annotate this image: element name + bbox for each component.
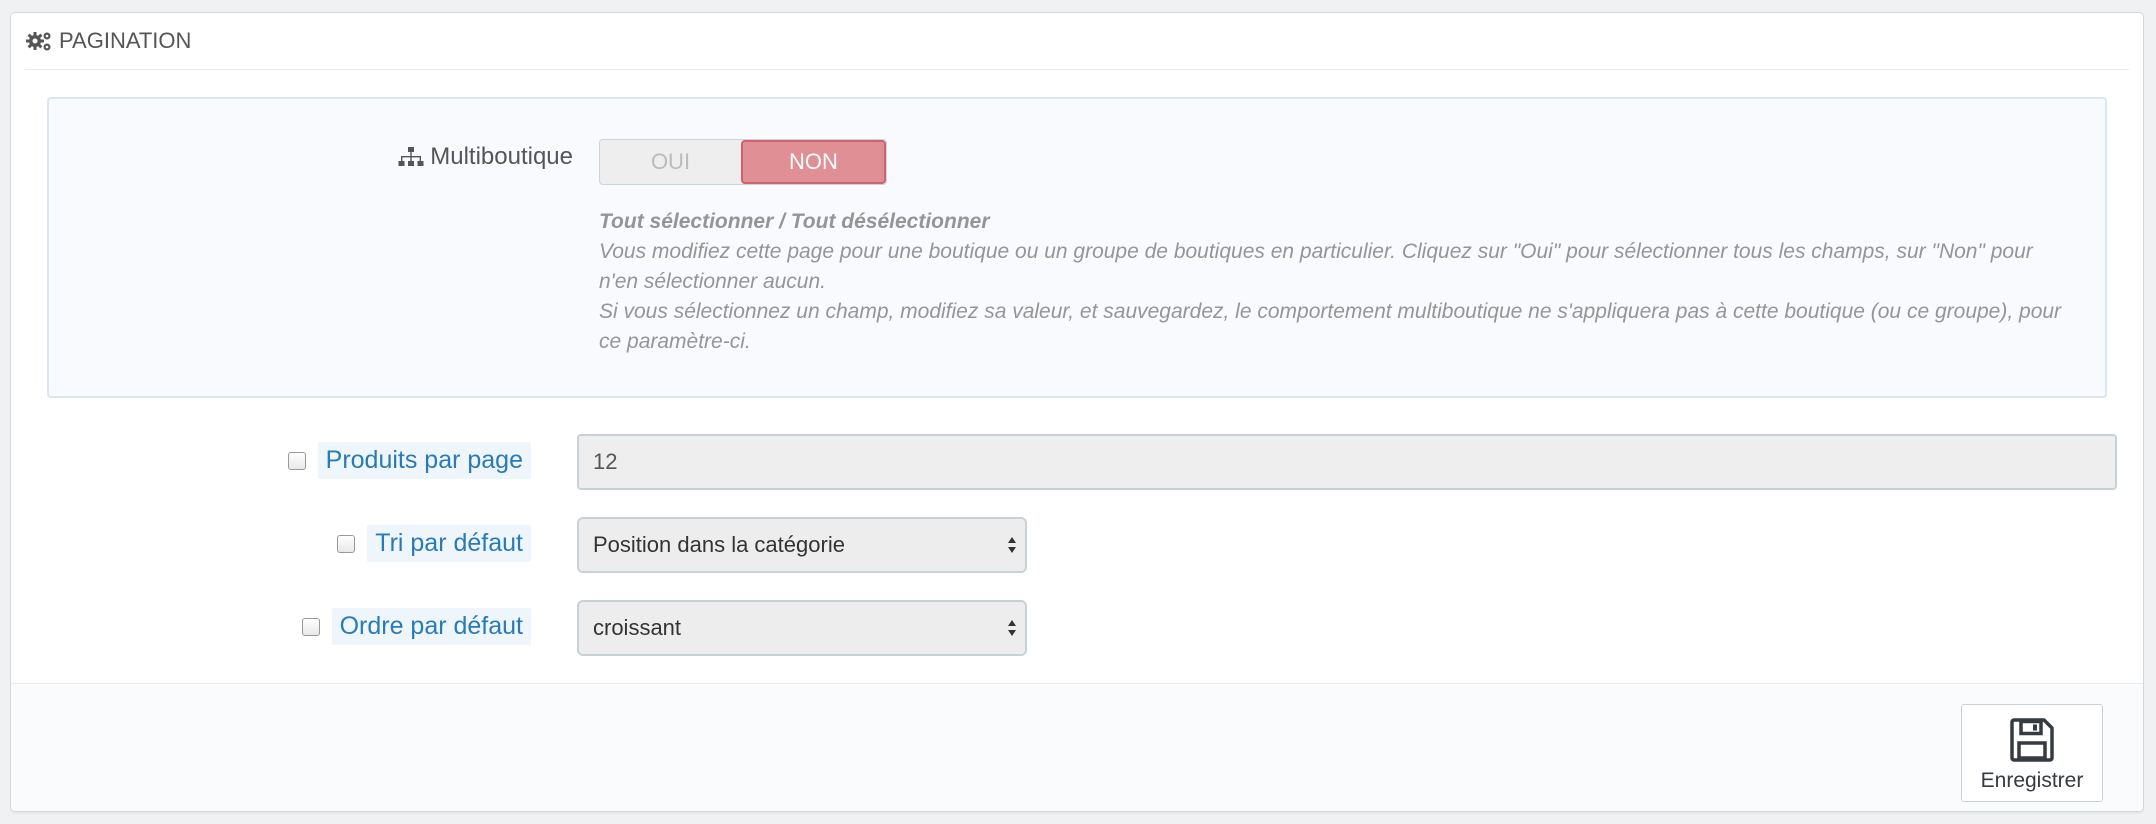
default-order-label[interactable]: Ordre par défaut (331, 608, 531, 645)
floppy-disk-icon (2009, 717, 2055, 763)
form-row-default-sort: Tri par défaut Position dans la catégori… (11, 517, 2143, 575)
form-row-default-order: Ordre par défaut croissant (11, 600, 2143, 658)
switch-yes-option[interactable]: OUI (600, 140, 741, 184)
multishop-help: Tout sélectionner / Tout désélectionner … (599, 207, 2069, 357)
save-button[interactable]: Enregistrer (1961, 704, 2103, 802)
products-per-page-label[interactable]: Produits par page (317, 442, 531, 479)
multishop-label-text: Multiboutique (430, 143, 573, 170)
switch-no-option[interactable]: NON (741, 140, 886, 184)
save-button-label: Enregistrer (1980, 769, 2084, 792)
select-arrows-icon (1005, 614, 1019, 642)
products-per-page-label-group: Produits par page (287, 442, 531, 479)
select-arrows-icon (1005, 531, 1019, 559)
multishop-box: Multiboutique OUI NON Tout sélectionner … (47, 97, 2107, 398)
sitemap-icon (398, 146, 424, 168)
default-order-select[interactable]: croissant (577, 600, 1027, 656)
products-per-page-checkbox[interactable] (287, 451, 306, 470)
help-line-1: Vous modifiez cette page pour une boutiq… (599, 240, 2033, 293)
default-sort-label-group: Tri par défaut (337, 525, 531, 562)
default-sort-checkbox[interactable] (337, 534, 356, 553)
cogs-icon (25, 29, 53, 53)
help-line-2: Si vous sélectionnez un champ, modifiez … (599, 300, 2062, 353)
panel-footer: Enregistrer (11, 683, 2143, 811)
default-order-checkbox[interactable] (301, 617, 320, 636)
default-sort-label[interactable]: Tri par défaut (367, 525, 531, 562)
multishop-label: Multiboutique (398, 143, 573, 171)
multishop-switch[interactable]: OUI NON (599, 139, 887, 185)
default-order-label-group: Ordre par défaut (301, 608, 531, 645)
pagination-panel: PAGINATION Multiboutique OUI NON Tout sé… (10, 12, 2144, 812)
default-order-value: croissant (593, 615, 682, 640)
products-per-page-input[interactable]: 12 (577, 434, 2117, 490)
form-row-products-per-page: Produits par page 12 (11, 434, 2143, 492)
default-sort-value: Position dans la catégorie (593, 532, 845, 557)
panel-heading: PAGINATION (25, 13, 2129, 70)
panel-title: PAGINATION (59, 28, 192, 53)
default-sort-select[interactable]: Position dans la catégorie (577, 517, 1027, 573)
help-title: Tout sélectionner / Tout désélectionner (599, 210, 990, 233)
